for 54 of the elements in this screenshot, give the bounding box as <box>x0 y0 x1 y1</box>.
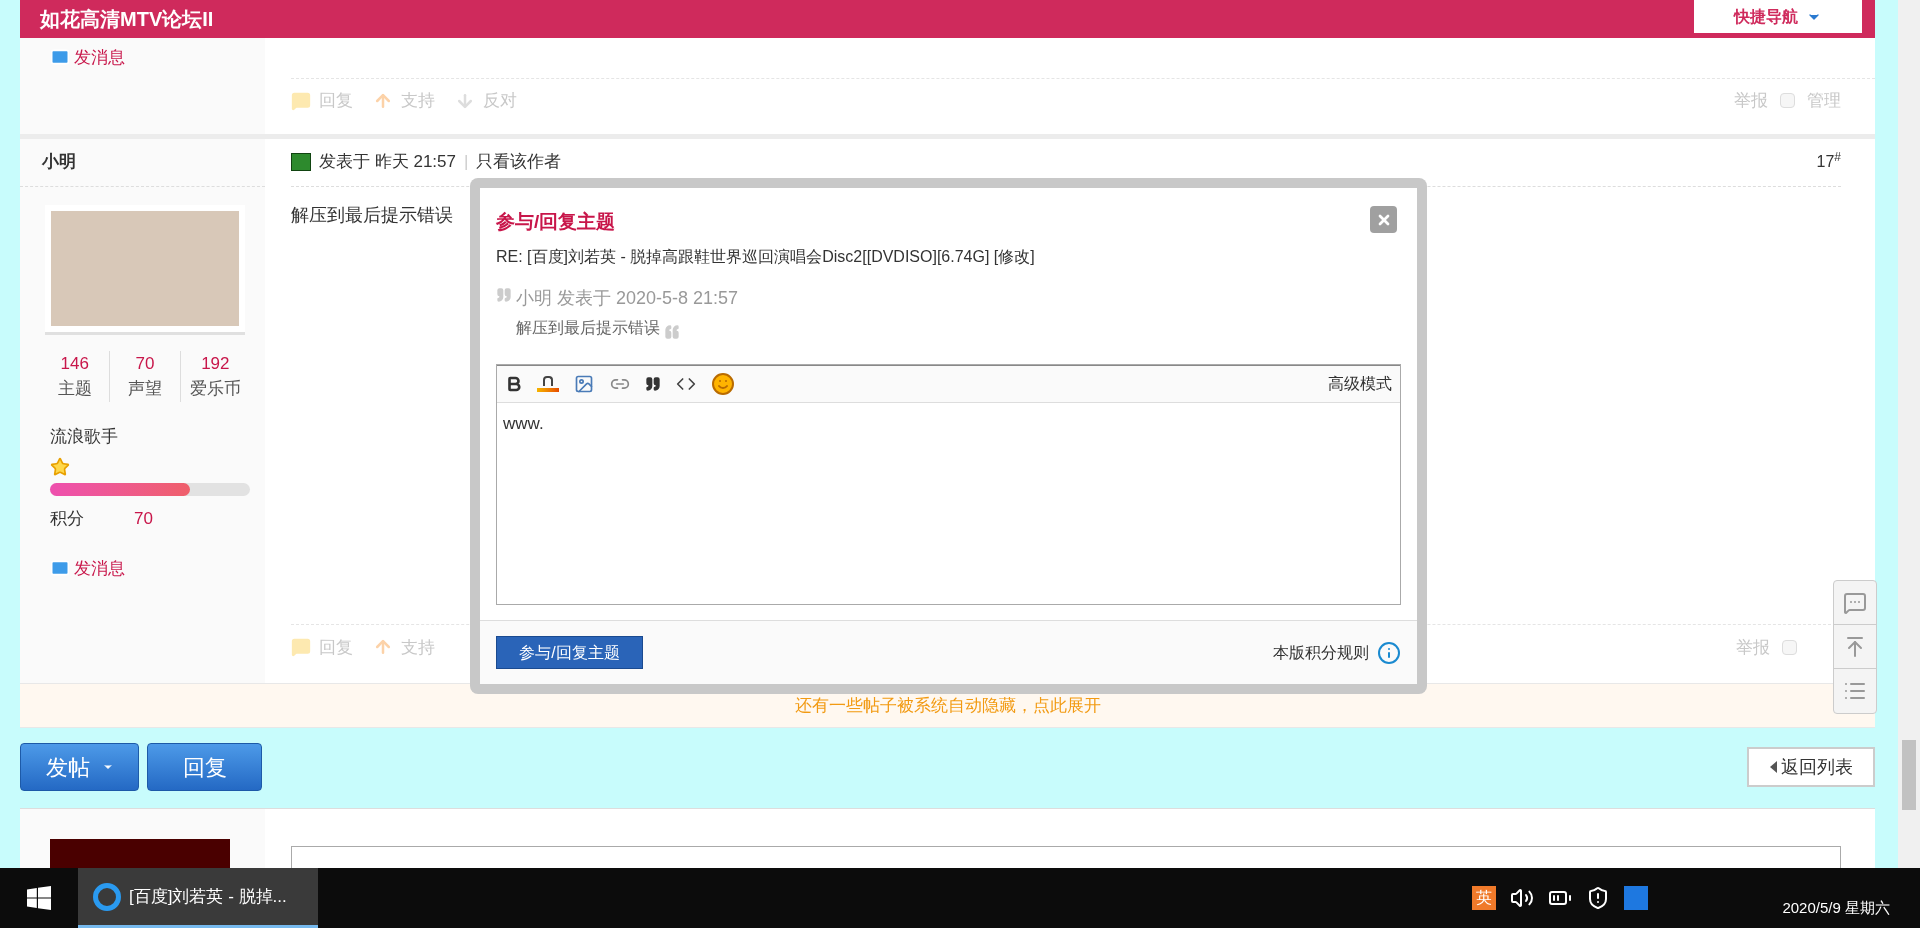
reply-subject: RE: [百度]刘若英 - 脱掉高跟鞋世界巡回演唱会Disc2[[DVDISO][6.74G] [修改] <box>495 246 1036 267</box>
taskbar-app-button[interactable]: [百度]刘若英 - 脱掉... <box>78 868 318 928</box>
browser-icon <box>93 882 121 911</box>
speaker-icon[interactable] <box>1510 886 1535 910</box>
windows-logo-icon <box>27 886 51 910</box>
quote-meta: 小明 发表于 2020-5-8 21:57 <box>516 286 739 310</box>
stat-label: 声望 <box>128 378 162 401</box>
stat-value[interactable]: 70 <box>135 350 155 377</box>
back-to-list-button[interactable]: 返回列表 <box>1747 747 1875 787</box>
quote-icon <box>664 323 680 340</box>
close-button[interactable] <box>1370 206 1397 233</box>
user-rank: 流浪歌手 <box>50 425 119 448</box>
speech-bubble-icon <box>291 90 311 111</box>
forum-title: 如花高清MTV论坛II <box>40 6 214 32</box>
author-name[interactable]: 小明 <box>42 149 76 175</box>
reply-button[interactable]: 回复 <box>147 743 262 791</box>
manage-checkbox[interactable] <box>1780 93 1795 109</box>
left-triangle-icon <box>1769 761 1777 773</box>
editor[interactable]: 高级模式 www. <box>496 363 1401 605</box>
points-value: 70 <box>134 508 153 531</box>
smiley-icon[interactable] <box>711 371 735 396</box>
speech-bubble-icon <box>1843 590 1867 615</box>
new-post-button[interactable]: 发帖 <box>20 743 139 791</box>
post-time: 发表于 昨天 21:57 <box>319 151 456 174</box>
stat-value[interactable]: 192 <box>201 350 230 377</box>
dialog-title: 参与/回复主题 <box>496 210 616 234</box>
quote-text: 解压到最后提示错误 <box>516 317 660 338</box>
stat-label: 爱乐币 <box>189 378 241 401</box>
info-icon[interactable] <box>1377 640 1401 665</box>
submit-reply-button[interactable]: 参与/回复主题 <box>496 636 643 669</box>
advanced-mode-link[interactable]: 高级模式 <box>1328 371 1392 396</box>
stat-label: 主题 <box>57 378 92 401</box>
points-label: 积分 <box>50 508 84 531</box>
send-message-link[interactable]: 发消息 <box>74 555 125 582</box>
only-author-link[interactable]: 只看该作者 <box>476 149 562 175</box>
floor-number[interactable]: 17$^{#}$ <box>1816 150 1841 175</box>
separator: | <box>464 151 469 174</box>
ime-indicator[interactable]: 英 <box>1472 886 1497 910</box>
bold-icon[interactable] <box>505 374 523 393</box>
speech-bubble-icon <box>291 637 311 658</box>
rank-star-icon <box>50 457 70 478</box>
stat-value[interactable]: 146 <box>60 350 89 377</box>
app-tray-icon[interactable] <box>1624 886 1649 910</box>
post-content: 解压到最后提示错误 <box>291 203 453 227</box>
scrollbar-drawing[interactable] <box>1898 0 1920 868</box>
credit-rules-link[interactable]: 本版积分规则 <box>1273 640 1369 665</box>
quote-icon[interactable] <box>645 375 661 392</box>
date-text: 2020/5/9 星期六 <box>1782 897 1890 918</box>
image-icon[interactable] <box>573 373 595 394</box>
quote-icon <box>496 286 512 303</box>
app-title: [百度]刘若英 - 脱掉... <box>129 885 287 908</box>
send-message-link[interactable]: 发消息 <box>74 44 125 71</box>
quick-nav-button[interactable]: 快捷导航 <box>1694 0 1862 33</box>
manage-checkbox[interactable] <box>1782 639 1797 655</box>
